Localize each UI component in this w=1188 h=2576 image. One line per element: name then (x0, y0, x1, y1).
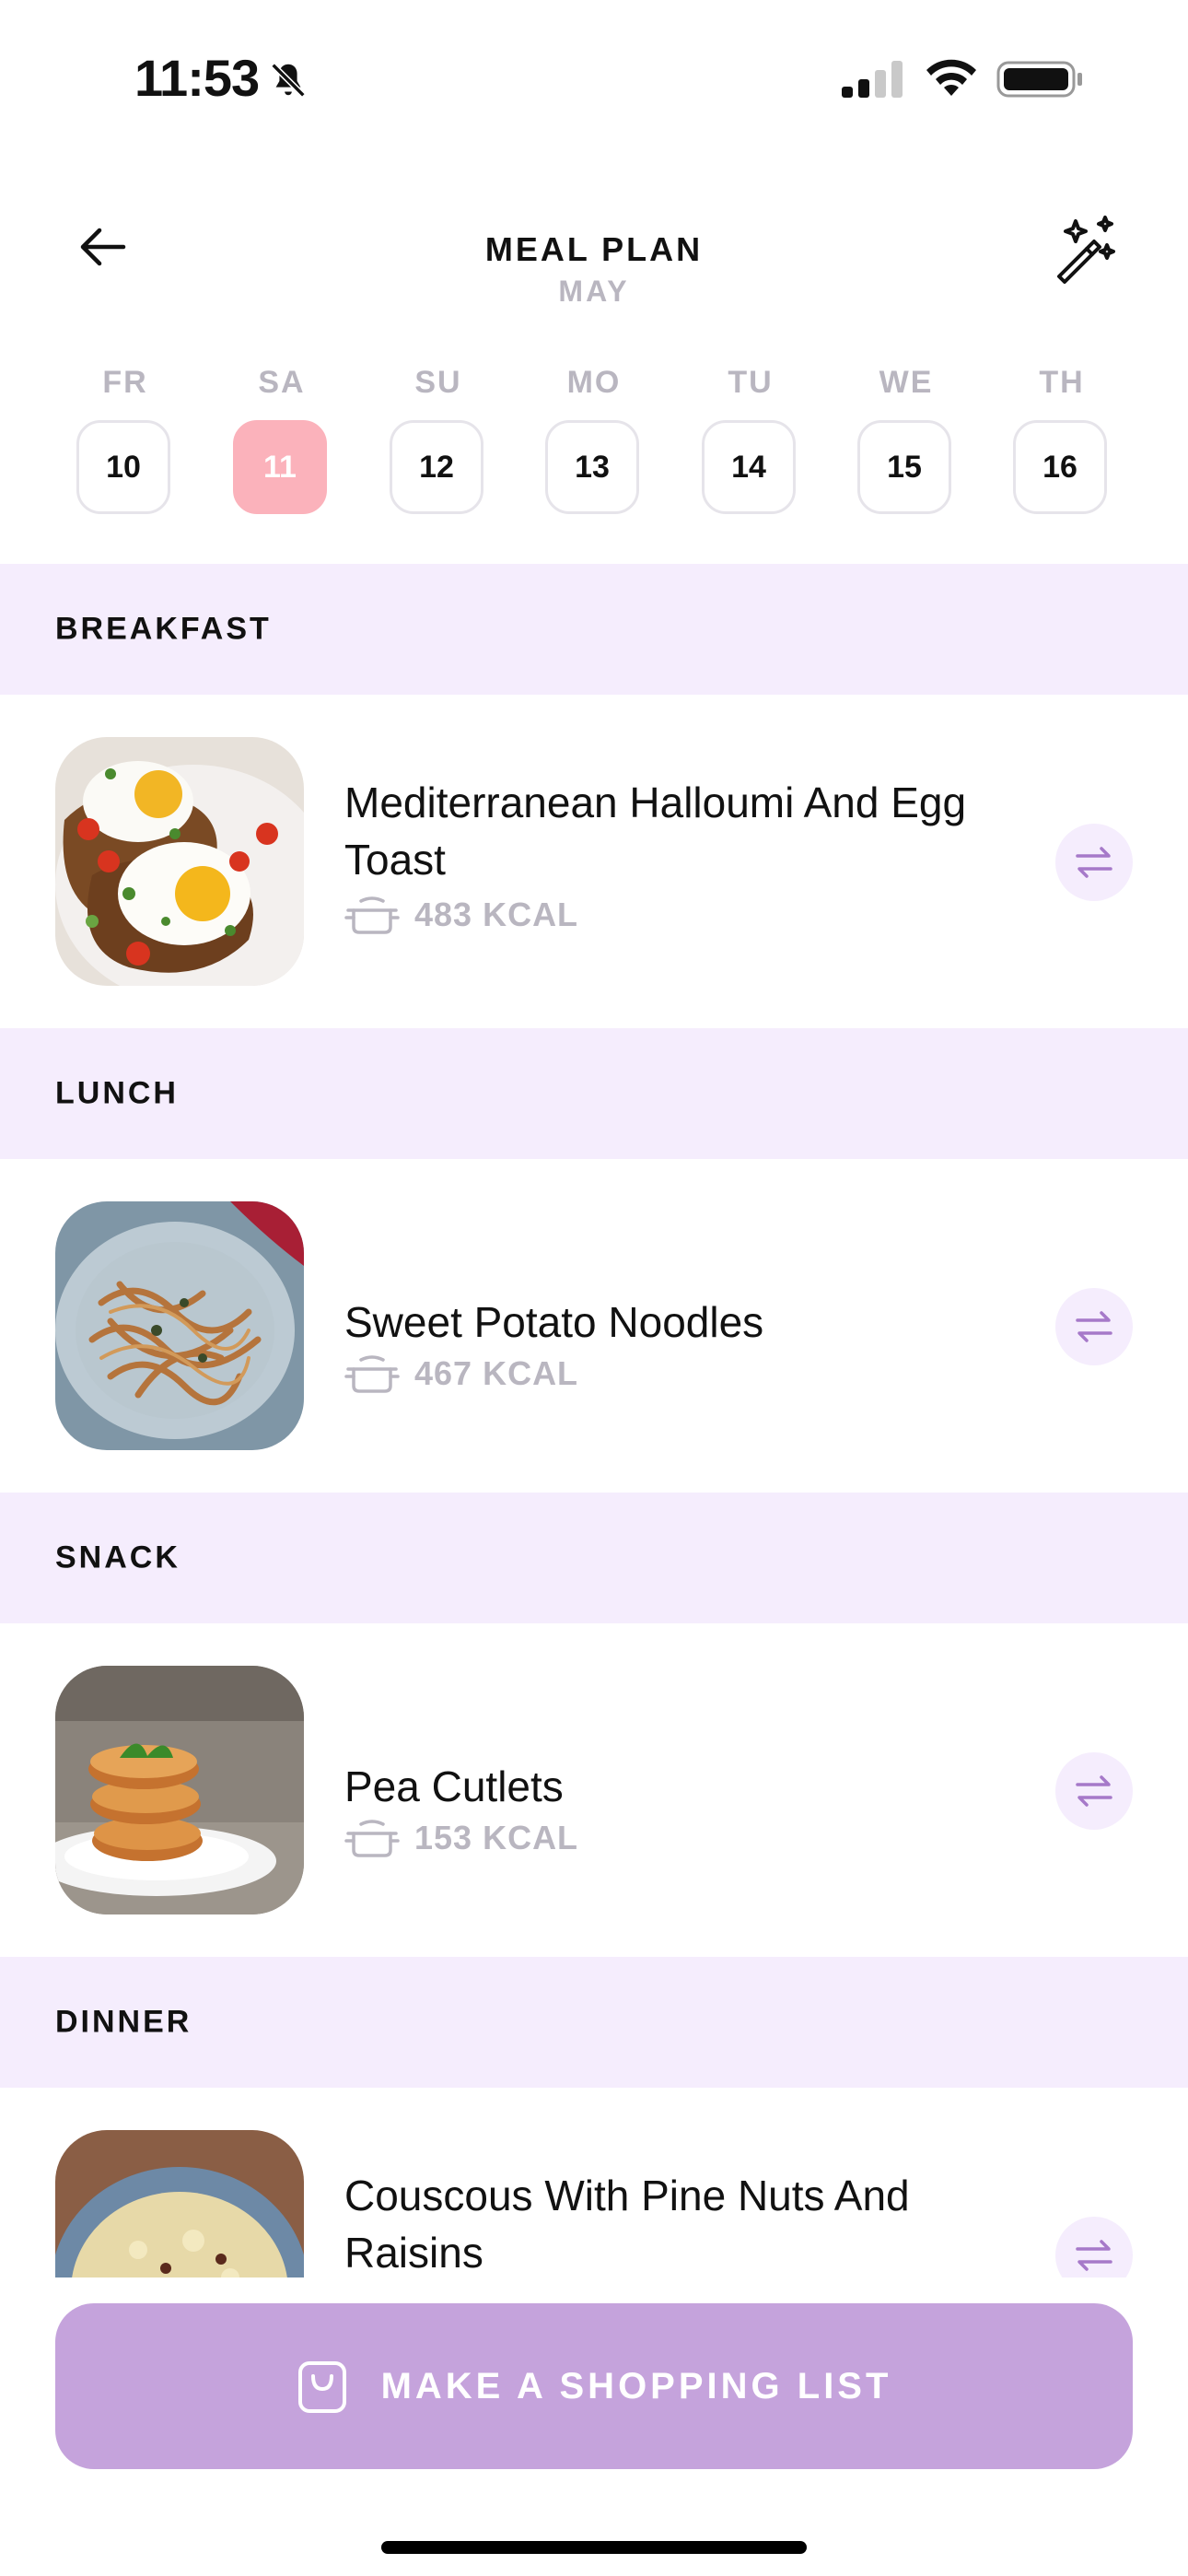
day-name: SA (258, 365, 306, 400)
pea-cutlets-photo (55, 1666, 304, 1914)
day-button[interactable]: 13 (545, 420, 639, 514)
home-indicator[interactable] (381, 2541, 807, 2554)
day-mo: MO 13 (545, 365, 643, 514)
battery-icon (996, 61, 1082, 98)
swap-arrows-icon (1076, 2240, 1112, 2271)
day-name: MO (566, 365, 622, 400)
kcal-value: 153 KCAL (414, 1819, 579, 1856)
meal-name: Pea Cutlets (344, 1762, 564, 1810)
meal-card-breakfast[interactable]: Mediterranean Halloumi And Egg Toast 483… (0, 695, 1188, 1028)
kcal-info: 467 KCAL (344, 1352, 578, 1395)
section-title: BREAKFAST (55, 611, 272, 647)
day-button[interactable]: 10 (76, 420, 170, 514)
bell-slash-icon (271, 63, 306, 98)
status-time: 11:53 (134, 49, 260, 107)
swap-meal-button[interactable] (1055, 824, 1133, 901)
day-name: TH (1039, 365, 1085, 400)
pot-icon (344, 1820, 400, 1857)
meal-card-lunch[interactable]: Sweet Potato Noodles 467 KCAL (0, 1159, 1188, 1493)
section-title: SNACK (55, 1540, 181, 1575)
section-header-lunch: LUNCH (0, 1028, 1188, 1159)
day-we: WE 15 (857, 365, 955, 514)
kcal-info: 153 KCAL (344, 1817, 578, 1859)
pot-icon (344, 1355, 400, 1393)
day-button[interactable]: 14 (702, 420, 796, 514)
swap-arrows-icon (1076, 1775, 1112, 1807)
day-button[interactable]: 12 (390, 420, 483, 514)
day-th: TH 16 (1013, 365, 1111, 514)
day-button[interactable]: 15 (857, 420, 951, 514)
magic-wand-button[interactable] (1048, 212, 1122, 286)
wifi-icon (926, 59, 976, 96)
make-shopping-list-button[interactable]: MAKE A SHOPPING LIST (55, 2303, 1133, 2469)
section-header-snack: SNACK (0, 1493, 1188, 1623)
day-button-selected[interactable]: 11 (233, 420, 327, 514)
swap-arrows-icon (1076, 1311, 1112, 1342)
day-fr: FR 10 (76, 365, 174, 514)
swap-meal-button[interactable] (1055, 1288, 1133, 1365)
egg-toast-photo (55, 737, 304, 986)
kcal-info: 483 KCAL (344, 894, 578, 936)
day-name: TU (728, 365, 774, 400)
day-tu: TU 14 (702, 365, 799, 514)
meal-name: Sweet Potato Noodles (344, 1298, 764, 1346)
day-name: WE (879, 365, 934, 400)
shopping-bag-icon (297, 2361, 346, 2413)
day-button[interactable]: 16 (1013, 420, 1107, 514)
section-header-breakfast: BREAKFAST (0, 564, 1188, 695)
magic-wand-sparkles-icon (1057, 216, 1115, 284)
day-su: SU 12 (390, 365, 487, 514)
meal-card-snack[interactable]: Pea Cutlets 153 KCAL (0, 1623, 1188, 1957)
swap-meal-button[interactable] (1055, 1752, 1133, 1830)
meal-name: Mediterranean Halloumi And Egg Toast (344, 779, 967, 884)
swap-arrows-icon (1076, 847, 1112, 878)
section-title: DINNER (55, 2004, 192, 2040)
noodles-photo (55, 1201, 304, 1450)
status-bar: 11:53 (0, 0, 1188, 157)
day-name: FR (102, 365, 148, 400)
pot-icon (344, 896, 400, 934)
week-day-selector: FR 10 SA 11 SU 12 MO 13 TU 14 WE 15 TH 1… (0, 365, 1188, 521)
page-title: MEAL PLAN (484, 230, 704, 268)
meal-name: Couscous With Pine Nuts And Raisins (344, 2172, 910, 2277)
month-label: MAY (558, 275, 630, 308)
section-header-dinner: DINNER (0, 1957, 1188, 2088)
cellular-signal-icon (842, 61, 903, 98)
kcal-value: 483 KCAL (414, 896, 579, 933)
cta-label: MAKE A SHOPPING LIST (380, 2365, 892, 2406)
day-sa: SA 11 (233, 365, 331, 514)
day-name: SU (414, 365, 462, 400)
section-title: LUNCH (55, 1075, 179, 1111)
kcal-value: 467 KCAL (414, 1354, 579, 1392)
